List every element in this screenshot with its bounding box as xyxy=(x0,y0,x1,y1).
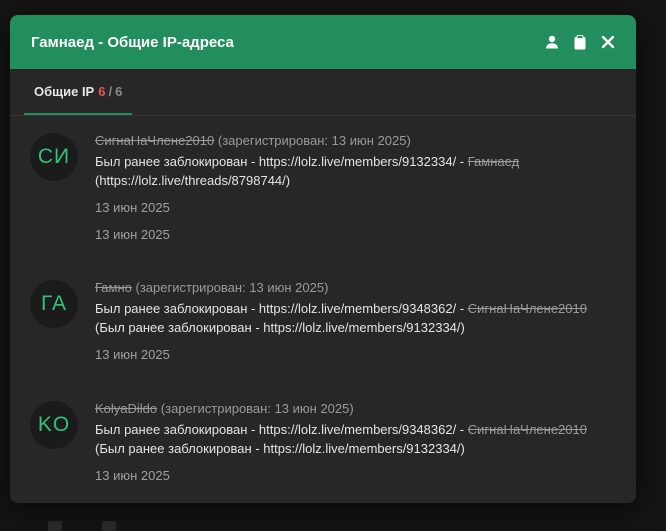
ban-text: Был ранее заблокирован - https://lolz.li… xyxy=(95,422,468,437)
registration-suffix: ) xyxy=(406,133,411,148)
ban-description: Был ранее заблокирован - https://lolz.li… xyxy=(95,152,625,190)
registration-date: 13 июн 2025 xyxy=(331,133,407,148)
shared-ip-modal: Гамнаед - Общие IP-адреса Общие IP 6 / 6… xyxy=(10,15,636,503)
avatar[interactable]: KO xyxy=(30,401,78,449)
linked-username[interactable]: СигнаНаЧлене2010 xyxy=(468,301,587,316)
clipboard-icon[interactable] xyxy=(566,28,594,56)
registration-suffix: ) xyxy=(349,401,354,416)
tab-shared-ip[interactable]: Общие IP 6 / 6 xyxy=(24,69,133,115)
registration-prefix: (зарегистрирован: xyxy=(135,280,250,295)
username-link[interactable]: Гамно xyxy=(95,280,132,295)
ip-date: 13 июн 2025 xyxy=(95,468,170,483)
modal-header: Гамнаед - Общие IP-адреса xyxy=(10,15,636,69)
linked-username[interactable]: СигнаНаЧлене2010 xyxy=(468,422,587,437)
close-icon[interactable] xyxy=(594,28,622,56)
tab-count: 6 xyxy=(98,83,106,99)
ban-text: Был ранее заблокирован - https://lolz.li… xyxy=(95,301,468,316)
tab-count-total: 6 xyxy=(115,83,123,99)
registration-date: 13 июн 2025 xyxy=(249,280,325,295)
ip-date: 13 июн 2025 xyxy=(95,347,170,362)
ban-description: Был ранее заблокирован - https://lolz.li… xyxy=(95,299,625,337)
registration-prefix: (зарегистрирован: xyxy=(217,133,332,148)
registration-date: 13 июн 2025 xyxy=(274,401,350,416)
tab-count-separator: / xyxy=(108,83,113,99)
modal-title: Гамнаед - Общие IP-адреса xyxy=(31,33,234,51)
registration-prefix: (зарегистрирован: xyxy=(160,401,275,416)
registration-suffix: ) xyxy=(324,280,329,295)
ban-text: Был ранее заблокирован - https://lolz.li… xyxy=(95,154,468,169)
avatar[interactable]: СИ xyxy=(30,133,78,181)
user-icon[interactable] xyxy=(538,28,566,56)
tab-label: Общие IP xyxy=(34,83,95,99)
ip-date: 13 июн 2025 xyxy=(95,227,170,242)
ban-text-continued: (https://lolz.live/threads/8798744/) xyxy=(95,173,291,188)
ban-text-continued: (Был ранее заблокирован - https://lolz.l… xyxy=(95,441,465,456)
username-link[interactable]: СигнаНаЧлене2010 xyxy=(95,133,214,148)
ban-text-continued: (Был ранее заблокирован - https://lolz.l… xyxy=(95,320,465,335)
avatar[interactable]: ГА xyxy=(30,280,78,328)
username-link[interactable]: KolyaDildo xyxy=(95,401,157,416)
tab-bar: Общие IP 6 / 6 xyxy=(10,69,636,116)
linked-username[interactable]: Гамнаед xyxy=(468,154,519,169)
ban-description: Был ранее заблокирован - https://lolz.li… xyxy=(95,420,625,458)
ip-date: 13 июн 2025 xyxy=(95,200,170,215)
